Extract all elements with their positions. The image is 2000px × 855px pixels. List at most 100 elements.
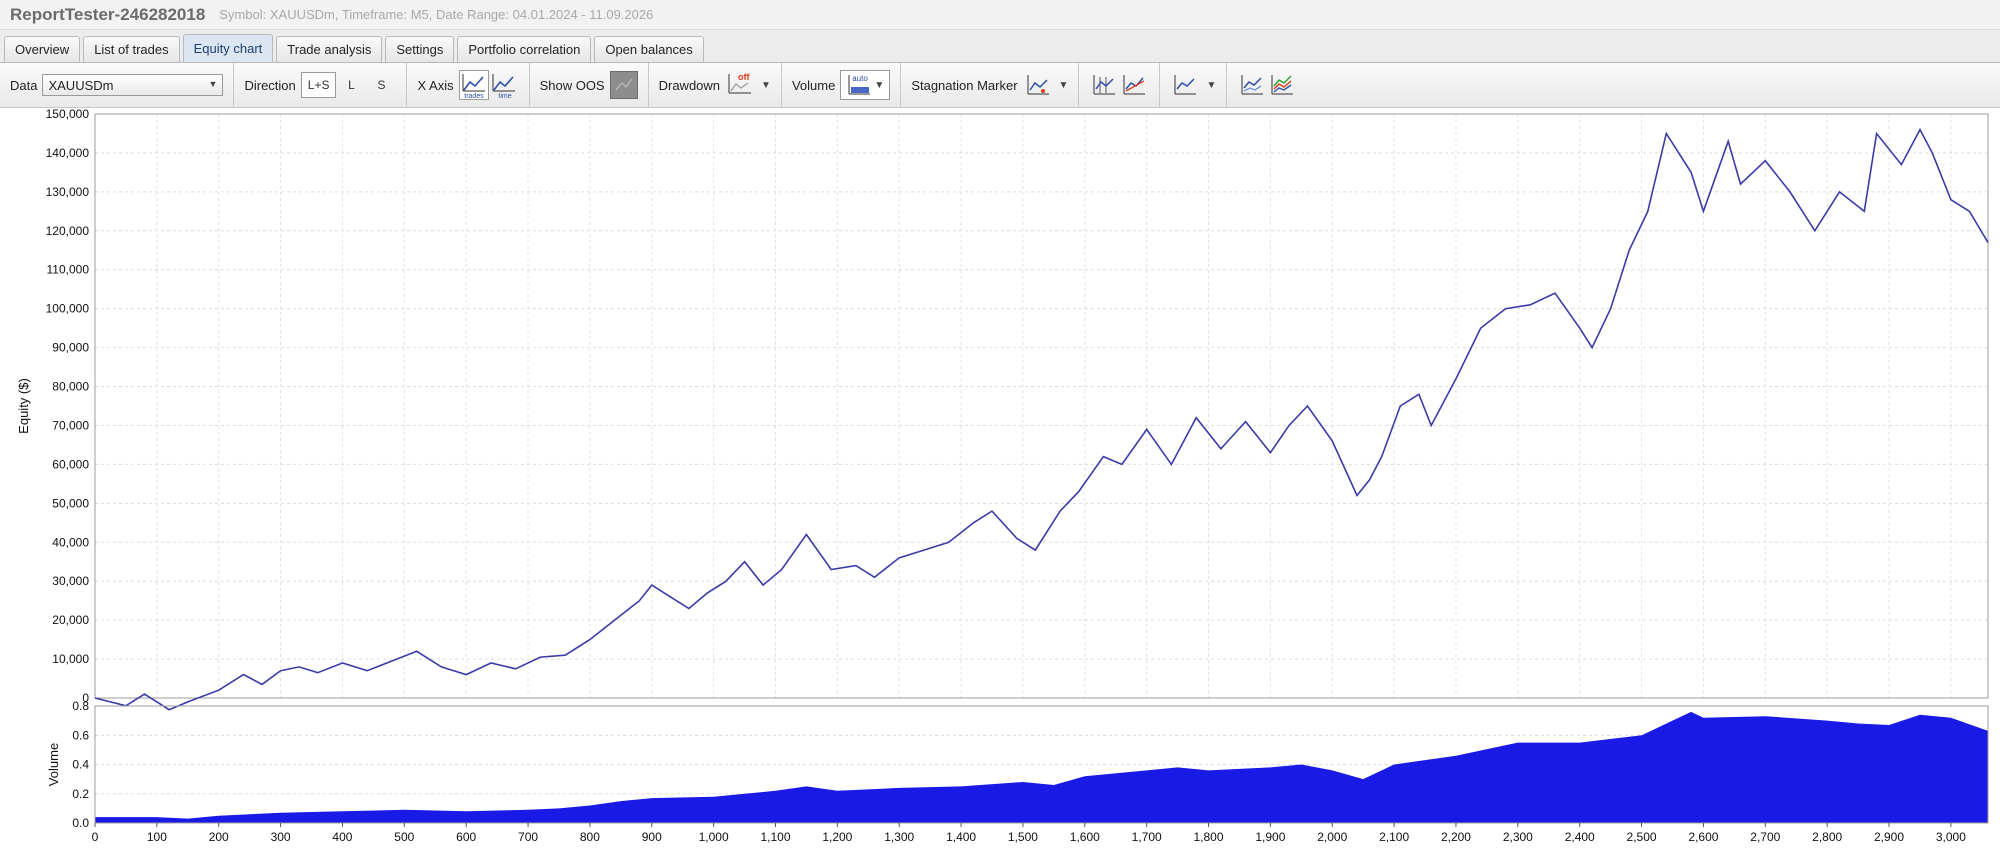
xaxis-time-button[interactable]: time	[489, 70, 519, 100]
x-tick-label: 2,700	[1750, 830, 1780, 844]
direction-s-button[interactable]: S	[366, 72, 396, 98]
drawdown-button[interactable]: off	[725, 70, 755, 100]
x-tick-label: 2,300	[1503, 830, 1533, 844]
x-tick-label: 1,600	[1070, 830, 1100, 844]
x-tick-label: 2,900	[1874, 830, 1904, 844]
tab-bar: Overview List of trades Equity chart Tra…	[0, 30, 2000, 63]
equity-y-tick-label: 50,000	[52, 496, 89, 510]
equity-y-tick-label: 110,000	[47, 263, 90, 277]
x-tick-label: 0	[92, 830, 99, 844]
equity-y-axis: 010,00020,00030,00040,00050,00060,00070,…	[46, 108, 90, 705]
drawdown-group: Drawdown off ▼	[649, 63, 782, 107]
equity-y-tick-label: 40,000	[52, 535, 89, 549]
data-group: Data XAUUSDm ▼	[10, 63, 235, 107]
x-tick-label: 2,400	[1565, 830, 1595, 844]
equity-y-tick-label: 80,000	[52, 380, 89, 394]
x-tick-label: 1,400	[946, 830, 976, 844]
x-tick-label: 2,500	[1627, 830, 1657, 844]
x-tick-label: 1,900	[1255, 830, 1285, 844]
tab-portfolio-correlation[interactable]: Portfolio correlation	[457, 36, 592, 62]
show-oos-label: Show OOS	[539, 77, 605, 93]
tab-settings[interactable]: Settings	[385, 36, 455, 62]
equity-chart-svg: 0 10,000 20,000 30,000 40,000 50,000 60,000 70,…	[16, 108, 1989, 844]
show-oos-toggle[interactable]	[609, 71, 638, 99]
direction-l-button[interactable]: L	[336, 72, 366, 98]
chart-tools-group-1	[1079, 63, 1161, 107]
xaxis-trades-button[interactable]: trades	[458, 70, 489, 100]
volume-y-tick-label: 0.2	[72, 787, 89, 801]
equity-grid	[94, 113, 1988, 699]
x-tick-label: 300	[271, 830, 291, 844]
equity-line	[94, 127, 1989, 711]
tab-trade-analysis[interactable]: Trade analysis	[276, 36, 383, 62]
tab-list-of-trades[interactable]: List of trades	[83, 36, 180, 62]
direction-ls-button[interactable]: L+S	[300, 72, 337, 98]
stagnation-label: Stagnation Marker	[911, 77, 1018, 93]
volume-auto-icon: auto	[848, 74, 871, 95]
xaxis-trades-caption: trades	[464, 93, 484, 99]
direction-group: Direction L+S L S	[234, 63, 408, 107]
x-tick-label: 2,600	[1688, 830, 1718, 844]
x-tick-label: 1,500	[1008, 830, 1038, 844]
equity-y-tick-label: 70,000	[52, 418, 89, 432]
x-tick-label: 500	[394, 830, 414, 844]
tab-overview[interactable]: Overview	[4, 36, 81, 62]
volume-group: Volume auto ▼	[782, 63, 902, 107]
equity-chart-area[interactable]: 0 10,000 20,000 30,000 40,000 50,000 60,000 70,…	[0, 108, 2000, 855]
chart-tools-group-3	[1227, 63, 1307, 107]
tab-equity-chart[interactable]: Equity chart	[182, 34, 274, 62]
volume-label: Volume	[791, 77, 836, 93]
chart-toolbar: Data XAUUSDm ▼ Direction L+S L S X Axis …	[0, 63, 2000, 108]
chart-grid-button[interactable]	[1089, 70, 1119, 100]
chart-tools-group-2: ▼	[1160, 63, 1228, 107]
time-axis-icon: time	[492, 74, 515, 99]
window-subtitle: Symbol: XAUUSDm, Timeframe: M5, Date Ran…	[219, 7, 654, 22]
chart-trend-button[interactable]	[1119, 70, 1149, 100]
x-tick-label: 200	[209, 830, 229, 844]
volume-y-axis-title: Volume	[46, 743, 61, 786]
chart-line-dropdown-arrow[interactable]: ▼	[1206, 80, 1216, 91]
x-tick-label: 1,700	[1132, 830, 1162, 844]
chevron-down-icon: ▼	[874, 79, 885, 91]
drawdown-off-text: off	[738, 72, 750, 82]
oos-chart-icon	[615, 78, 633, 91]
equity-y-tick-label: 90,000	[52, 341, 89, 355]
equity-plot-frame	[94, 113, 1989, 699]
stagnation-dropdown-arrow[interactable]: ▼	[1059, 80, 1069, 91]
x-tick-label: 3,000	[1936, 830, 1966, 844]
trades-axis-icon: trades	[462, 74, 485, 99]
volume-y-tick-label: 0.4	[72, 758, 89, 772]
x-tick-label: 2,800	[1812, 830, 1842, 844]
x-tick-label: 1,000	[699, 830, 729, 844]
x-tick-label: 700	[518, 830, 538, 844]
equity-y-tick-label: 20,000	[52, 613, 89, 627]
chart-line-icon	[1174, 75, 1197, 95]
chart-compare-button[interactable]	[1237, 70, 1267, 100]
tab-open-balances[interactable]: Open balances	[594, 36, 704, 62]
equity-y-tick-label: 130,000	[46, 185, 90, 199]
xaxis-time-caption: time	[498, 93, 511, 99]
show-oos-group: Show OOS	[530, 63, 649, 107]
x-tick-label: 100	[147, 830, 167, 844]
chart-trend-icon	[1123, 75, 1146, 95]
stagnation-chart-icon	[1027, 75, 1049, 95]
x-tick-label: 800	[580, 830, 600, 844]
x-axis: 0 100 200 300 400 500 600 700 800 900 1,000 1,100 1,…	[92, 823, 1966, 844]
x-tick-label: 2,200	[1441, 830, 1471, 844]
stagnation-button[interactable]	[1023, 70, 1053, 100]
chart-multi-series-button[interactable]	[1267, 70, 1297, 100]
volume-y-tick-label: 0.6	[72, 728, 89, 742]
drawdown-dropdown-arrow[interactable]: ▼	[761, 80, 771, 91]
volume-button[interactable]: auto ▼	[840, 70, 891, 100]
x-tick-label: 2,100	[1379, 830, 1409, 844]
chevron-down-icon: ▼	[208, 79, 218, 89]
volume-y-tick-label: 0.8	[72, 699, 89, 713]
data-label: Data	[10, 77, 38, 93]
chart-multi-series-icon	[1271, 75, 1294, 95]
data-select[interactable]: XAUUSDm ▼	[42, 74, 224, 96]
x-tick-label: 1,800	[1194, 830, 1224, 844]
chart-line-button[interactable]	[1170, 70, 1200, 100]
x-tick-label: 1,200	[822, 830, 852, 844]
equity-y-tick-label: 140,000	[46, 146, 90, 160]
drawdown-icon: off	[728, 72, 752, 94]
